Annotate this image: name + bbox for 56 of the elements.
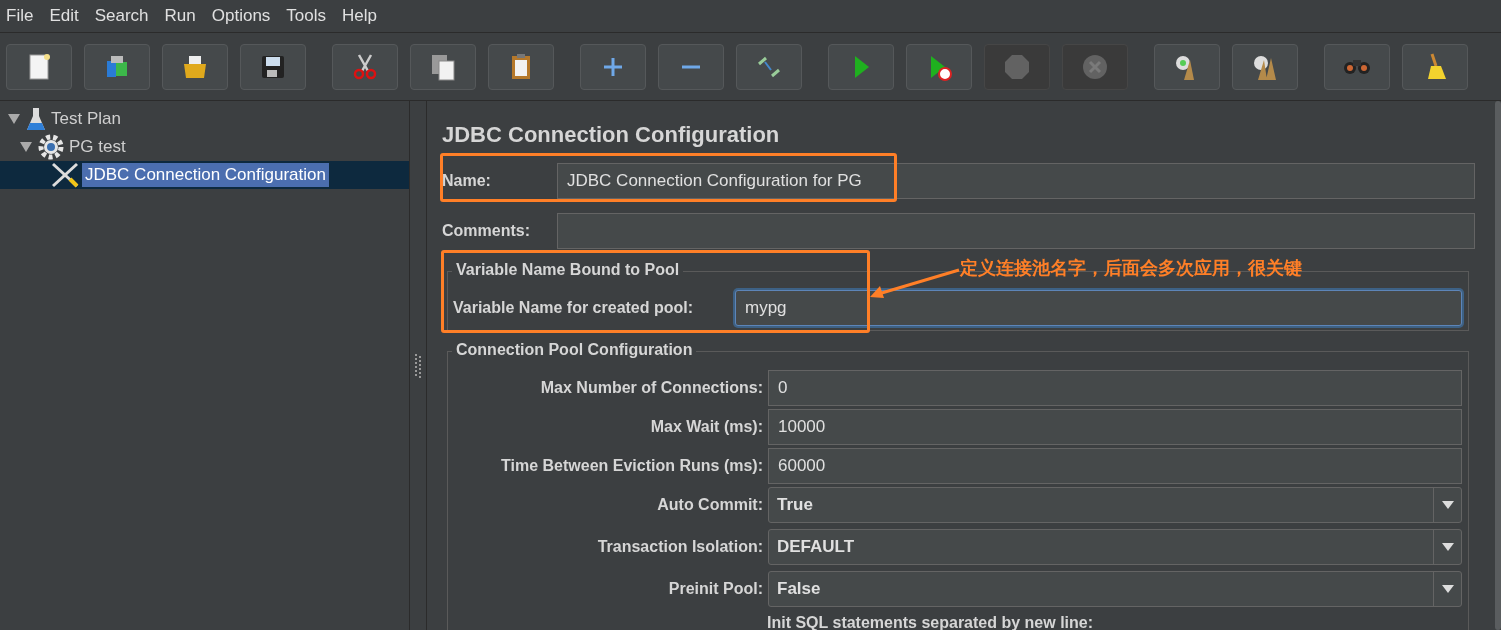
section-title: Connection Pool Configuration	[452, 341, 697, 359]
toolbar-button[interactable]	[240, 43, 306, 90]
field-label: Name:	[442, 172, 492, 190]
menu-item[interactable]: Run	[164, 6, 204, 26]
dropdown-caret-icon	[1441, 501, 1454, 509]
toolbar-button[interactable]	[162, 43, 228, 90]
field-label: Time Between Eviction Runs (ms):	[500, 457, 764, 475]
field-label: Auto Commit:	[656, 496, 764, 514]
toolbar-button[interactable]	[1402, 43, 1468, 90]
dropdown[interactable]: False	[768, 571, 1462, 607]
tree-item-label: JDBC Connection Configuration	[82, 163, 329, 187]
tree-item-label: Test Plan	[50, 108, 122, 130]
binoculars-icon	[1343, 58, 1371, 75]
field-label: Comments:	[442, 222, 531, 240]
comments-input-field[interactable]	[557, 213, 1475, 249]
toolbar-button[interactable]	[1232, 43, 1298, 90]
expand-caret-icon[interactable]	[8, 114, 20, 124]
variable-name-input-field[interactable]: mypg	[735, 290, 1462, 326]
scrollbar[interactable]	[1495, 101, 1501, 630]
toolbar-button[interactable]	[1154, 43, 1220, 90]
wrench-screwdriver-icon	[50, 161, 80, 189]
toolbar-button[interactable]	[488, 43, 554, 90]
toolbar-button[interactable]	[410, 43, 476, 90]
menu-item[interactable]: File	[6, 6, 42, 26]
dropdown-caret-icon	[1441, 543, 1454, 551]
menu-item[interactable]: Options	[211, 6, 279, 26]
menu-item[interactable]: Help	[342, 6, 385, 26]
dropdown[interactable]: DEFAULT	[768, 529, 1462, 565]
expand-caret-icon[interactable]	[20, 142, 32, 152]
field-label: Max Number of Connections:	[539, 379, 764, 397]
gear-icon	[38, 134, 64, 160]
minus-icon	[681, 64, 701, 69]
panel-title: JDBC Connection Configuration	[442, 121, 781, 149]
tree-item-label: PG test	[68, 136, 127, 158]
toolbar-button[interactable]	[84, 43, 150, 90]
field-label: Preinit Pool:	[667, 580, 764, 598]
field-label: Max Wait (ms):	[649, 418, 764, 436]
splitter-grip-icon[interactable]	[415, 353, 421, 378]
dropdown[interactable]: True	[768, 487, 1462, 523]
menu-item[interactable]: Search	[94, 6, 157, 26]
toolbar-button[interactable]	[6, 43, 72, 90]
input-field[interactable]: 10000	[768, 409, 1462, 445]
menu-item[interactable]: Edit	[49, 6, 87, 26]
tree-row[interactable]: JDBC Connection Configuration	[0, 161, 409, 189]
dropdown-caret-icon	[1441, 585, 1454, 593]
toolbar-button[interactable]	[332, 43, 398, 90]
input-field[interactable]: 0	[768, 370, 1462, 406]
flask-icon	[26, 106, 46, 132]
field-label: Variable Name for created pool:	[453, 299, 695, 317]
name-input-field[interactable]: JDBC Connection Configuration for PG	[557, 163, 1475, 199]
field-label: Transaction Isolation:	[596, 538, 764, 556]
annotation-note: 定义连接池名字，后面会多次应用，很关键	[960, 257, 1302, 280]
input-field[interactable]: 60000	[768, 448, 1462, 484]
toolbar-button[interactable]	[906, 43, 972, 90]
tree-row[interactable]: Test Plan	[0, 105, 409, 133]
menu-item[interactable]: Tools	[286, 6, 335, 26]
